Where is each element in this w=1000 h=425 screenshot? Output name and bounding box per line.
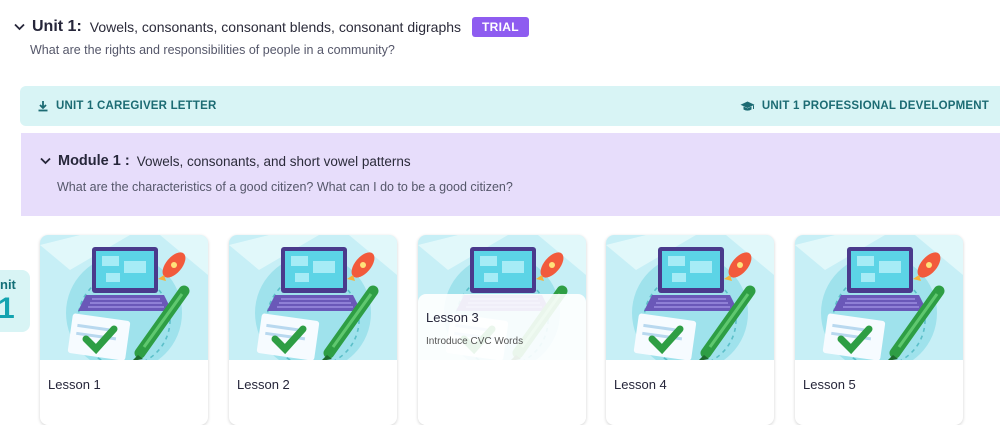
chevron-down-icon[interactable]	[12, 20, 26, 34]
module-question: What are the characteristics of a good c…	[57, 180, 513, 194]
lesson-illustration	[40, 235, 208, 360]
unit-number: Unit 1:	[32, 18, 82, 35]
lesson-illustration	[229, 235, 397, 360]
caregiver-letter-link[interactable]: UNIT 1 CAREGIVER LETTER	[37, 86, 217, 126]
lesson-illustration	[606, 235, 774, 360]
lesson-card[interactable]: Lesson 4	[606, 235, 774, 425]
lesson-title: Lesson 3	[426, 310, 479, 325]
module-title: Vowels, consonants, and short vowel patt…	[136, 153, 411, 169]
module-number: Module 1 :	[58, 153, 130, 169]
lesson-illustration	[795, 235, 963, 360]
unit-resources-bar: UNIT 1 CAREGIVER LETTER UNIT 1 PROFESSIO…	[20, 86, 1000, 126]
lesson-card[interactable]: Lesson 2	[229, 235, 397, 425]
unit-question: What are the rights and responsibilities…	[30, 43, 395, 57]
lesson-subtitle: Introduce CVC Words	[426, 336, 524, 347]
lesson-card-hovered[interactable]: Lesson 3 Introduce CVC Words	[418, 235, 586, 425]
lesson-hover-overlay[interactable]: Lesson 3 Introduce CVC Words	[418, 294, 586, 425]
unit-header[interactable]: Unit 1: Vowels, consonants, consonant bl…	[12, 14, 529, 40]
lesson-card[interactable]: Lesson 5	[795, 235, 963, 425]
professional-development-link[interactable]: UNIT 1 PROFESSIONAL DEVELOPMENT	[740, 86, 989, 126]
unit-title: Vowels, consonants, consonant blends, co…	[89, 19, 462, 35]
graduation-cap-icon	[740, 101, 755, 111]
side-tab-label: nit	[0, 277, 16, 292]
side-tab-number: 1	[0, 292, 15, 325]
module-header[interactable]: Module 1 : Vowels, consonants, and short…	[38, 153, 411, 169]
trial-badge: TRIAL	[472, 17, 529, 37]
caregiver-letter-label: UNIT 1 CAREGIVER LETTER	[56, 100, 217, 112]
lesson-title: Lesson 5	[803, 377, 856, 392]
lesson-title: Lesson 2	[237, 377, 290, 392]
chevron-down-icon[interactable]	[38, 154, 52, 168]
professional-development-label: UNIT 1 PROFESSIONAL DEVELOPMENT	[761, 100, 989, 112]
module-panel: Module 1 : Vowels, consonants, and short…	[21, 133, 1000, 216]
lesson-card[interactable]: Lesson 1	[40, 235, 208, 425]
unit-side-tab[interactable]: nit 1	[0, 270, 30, 332]
lesson-title: Lesson 1	[48, 377, 101, 392]
download-icon	[38, 101, 48, 112]
lesson-title: Lesson 4	[614, 377, 667, 392]
